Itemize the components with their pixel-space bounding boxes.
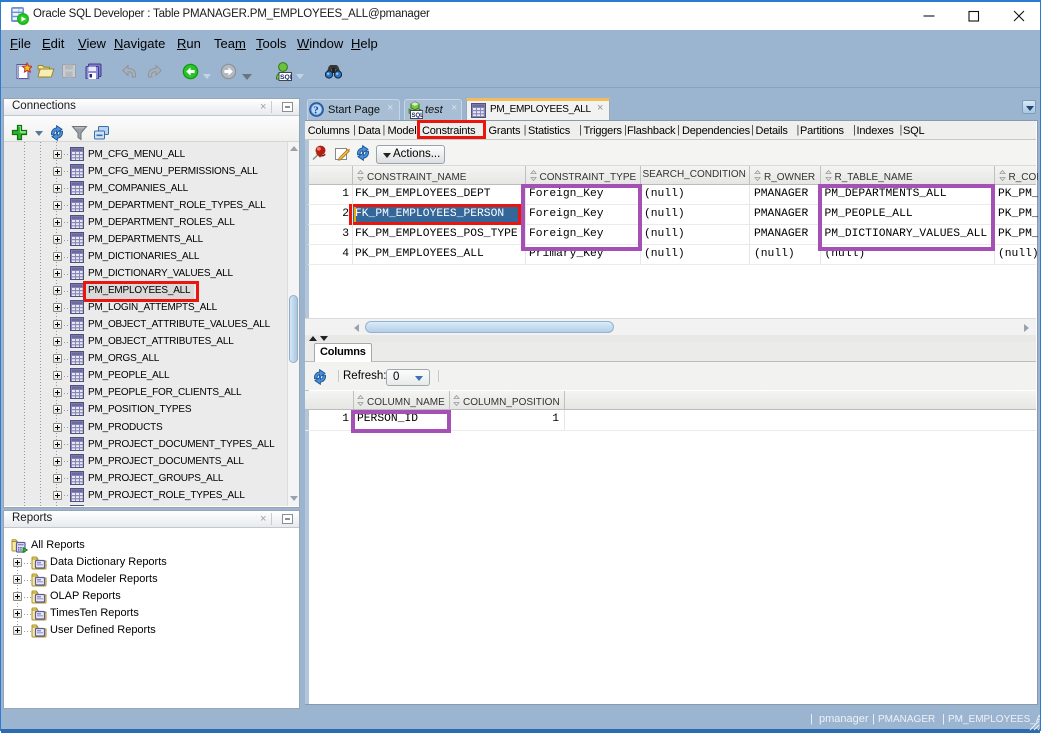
svg-text:SQL: SQL	[412, 113, 424, 119]
svg-text:?: ?	[313, 105, 319, 117]
svg-text:SQL: SQL	[280, 74, 292, 81]
